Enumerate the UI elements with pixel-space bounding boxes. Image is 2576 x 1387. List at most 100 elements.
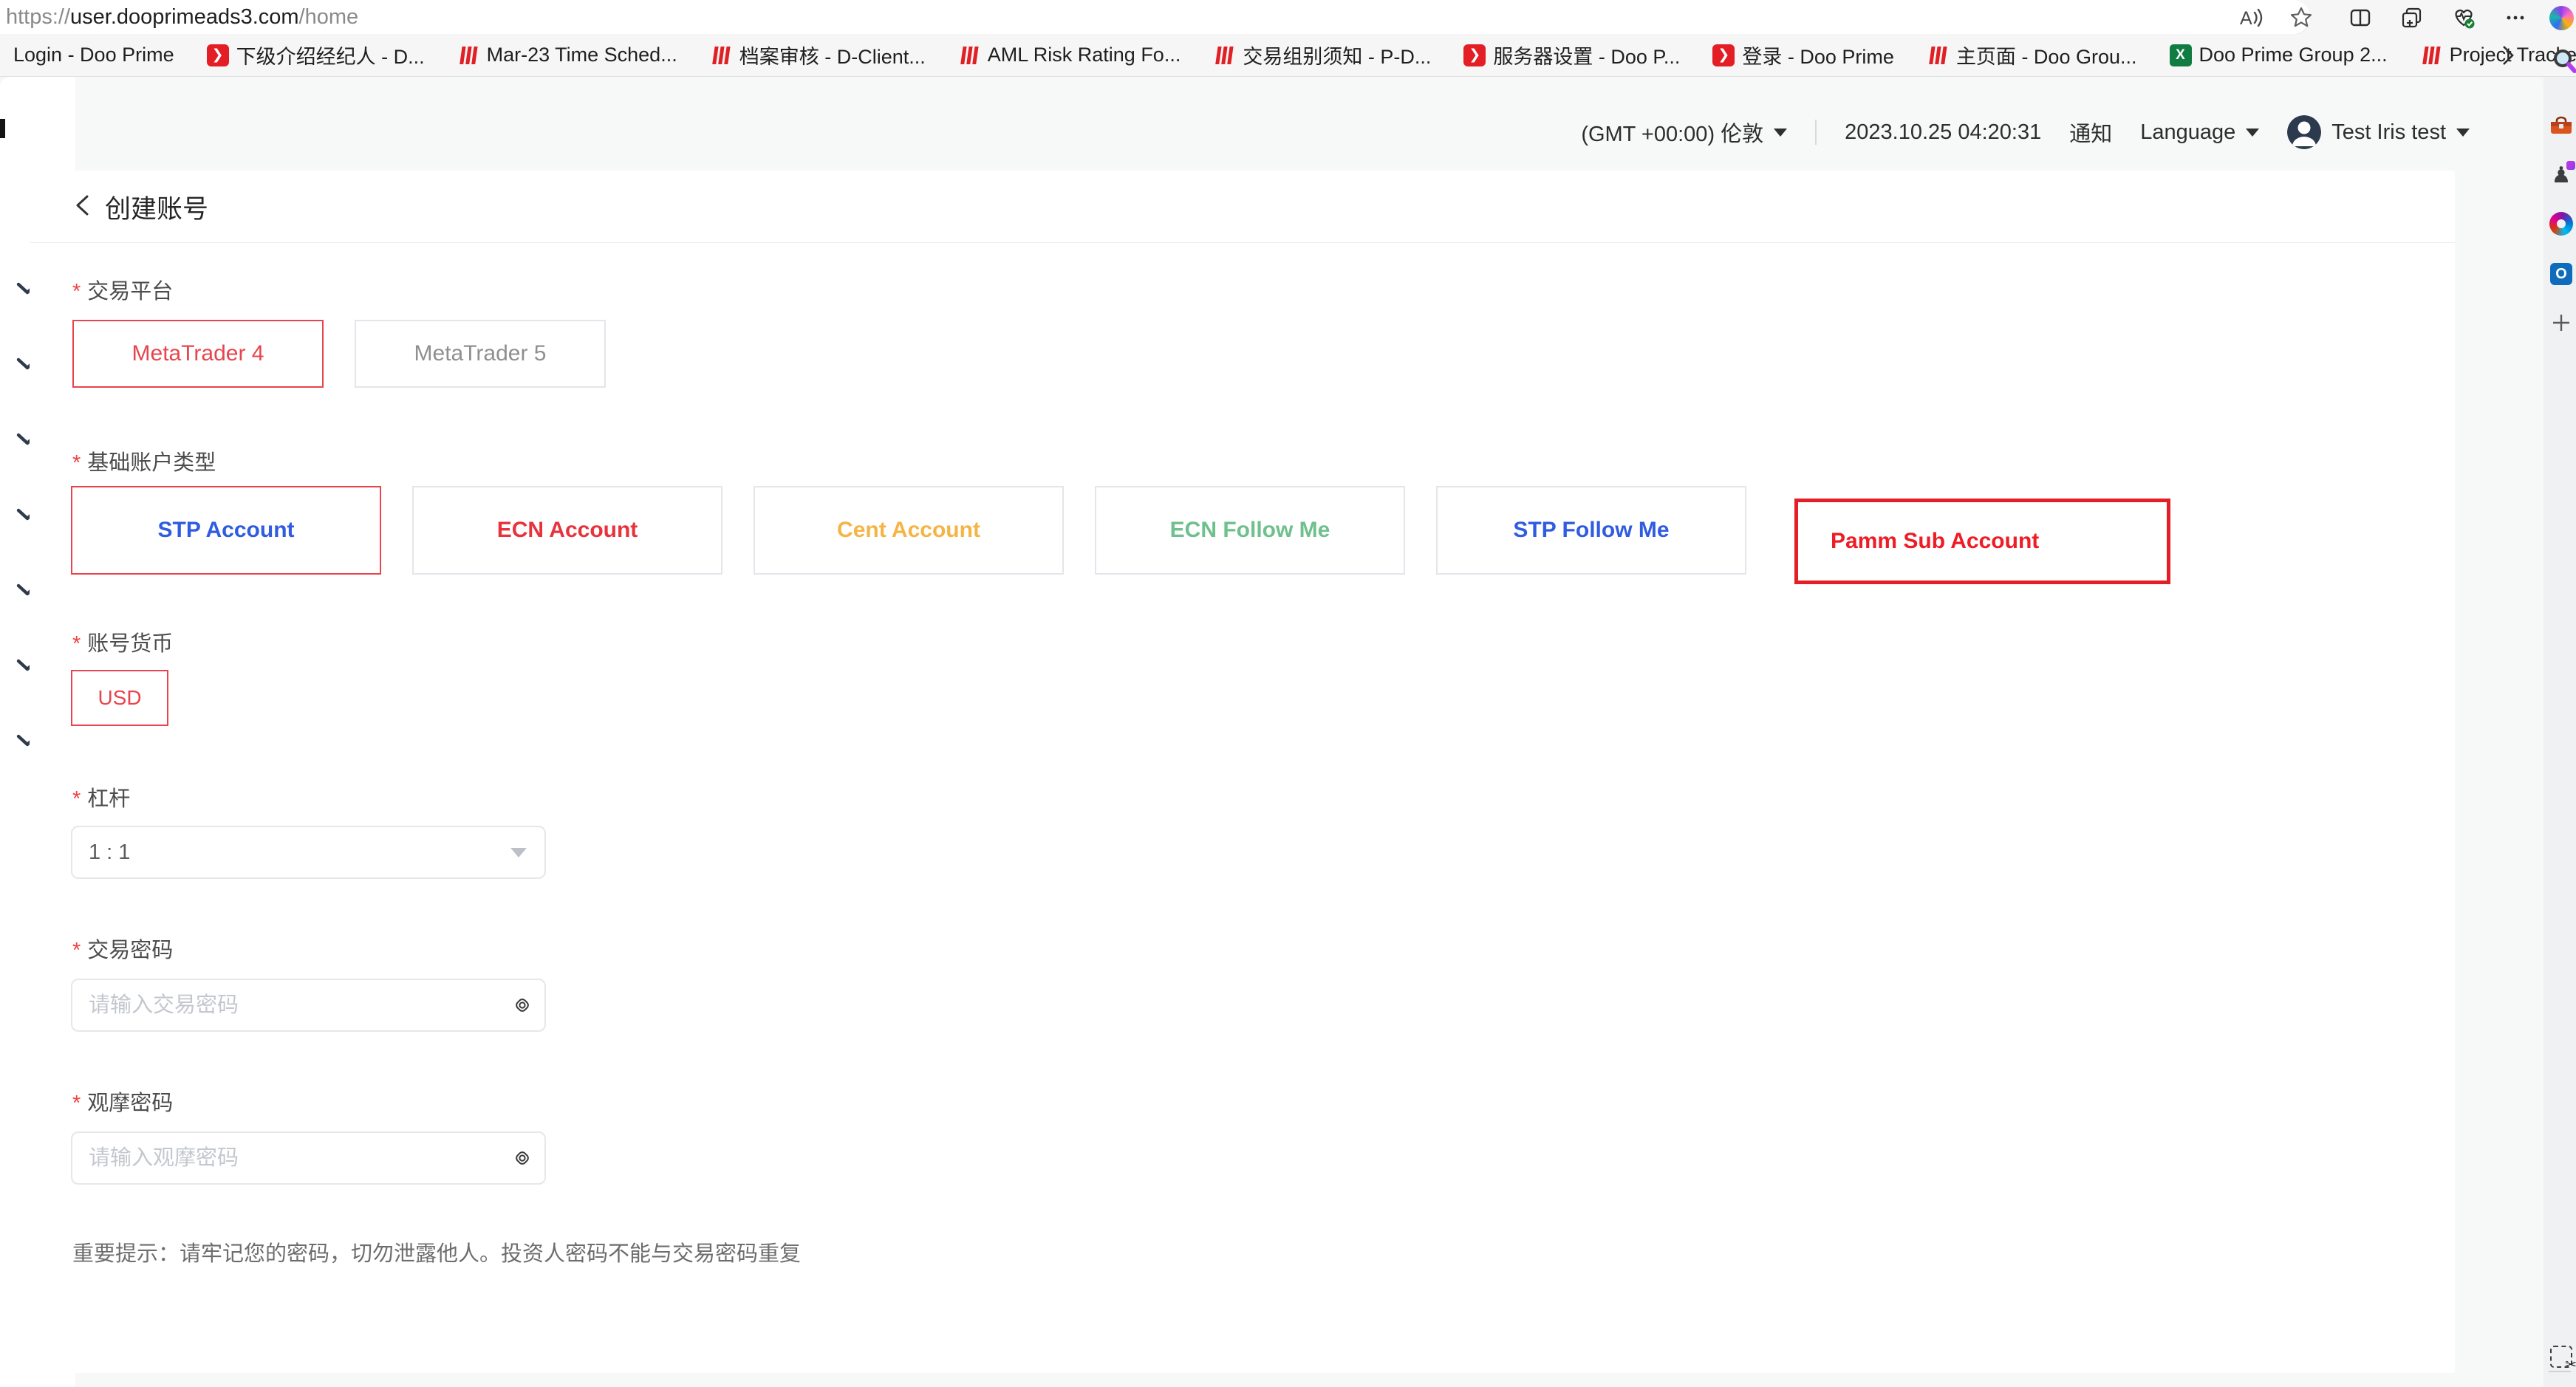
more-bookmarks-chevron[interactable] [2496,43,2518,72]
edge-sidebar: ♟ O [2543,77,2576,1387]
chevron-down-icon [2456,129,2470,137]
copilot-icon[interactable] [2549,5,2574,30]
account-type-cent[interactable]: Cent Account [754,486,1064,575]
bookmark-label: 交易组别须知 - P-D... [1243,41,1431,69]
bookmark-item[interactable]: Mar-23 Time Sched... [457,44,677,66]
page-title: 创建账号 [105,188,208,226]
timezone-selector[interactable]: (GMT +00:00) 伦敦 [1581,117,1787,148]
language-label: Language [2140,120,2235,145]
bookmark-label: 主页面 - Doo Grou... [1956,41,2137,69]
trade-password-input[interactable] [72,980,500,1030]
page-viewport: (GMT +00:00) 伦敦 2023.10.25 04:20:31 通知 L… [0,77,2543,1387]
bookmark-item[interactable]: Login - Doo Prime [13,44,174,66]
view-password-input[interactable] [72,1133,500,1183]
account-type-ecn[interactable]: ECN Account [412,486,722,575]
username: Test Iris test [2331,120,2446,145]
notifications-link[interactable]: 通知 [2069,117,2112,148]
read-aloud-icon[interactable]: A [2238,5,2264,30]
view-password-field-box [71,1131,546,1185]
leverage-select[interactable]: 1 : 1 [71,826,546,879]
leverage-section-label: *杠杆 [72,781,130,812]
cropped-logo-mark [0,119,5,138]
required-asterisk: * [72,939,81,962]
required-asterisk: * [72,451,81,475]
select-caret-icon [510,848,527,857]
screenshot-snip-icon[interactable] [2549,1344,2574,1369]
microsoft365-icon[interactable] [2549,211,2574,236]
show-password-eye-icon[interactable] [500,980,544,1030]
settings-more-icon[interactable] [2503,5,2528,30]
chevron-down-icon [2246,129,2259,137]
bookmark-item[interactable]: 交易组别须知 - P-D... [1213,41,1431,69]
bookmark-item[interactable]: ❯ 登录 - Doo Prime [1712,41,1894,69]
bookmark-label: 下级介绍经纪人 - D... [236,41,425,69]
account-type-ecn-follow-me[interactable]: ECN Follow Me [1095,486,1405,575]
header-divider [1815,120,1817,145]
required-asterisk: * [72,280,81,304]
favorite-star-icon[interactable] [2289,5,2314,30]
platform-option-metatrader5[interactable]: MetaTrader 5 [355,320,606,388]
password-notice: 重要提示：请牢记您的密码，切勿泄露他人。投资人密码不能与交易密码重复 [72,1236,801,1267]
required-asterisk: * [72,787,81,811]
bookmark-label: Mar-23 Time Sched... [487,44,677,66]
browser-essentials-icon[interactable] [2451,5,2476,30]
bookmark-label: Login - Doo Prime [13,44,174,66]
browser-toolbar: https://user.dooprimeads3.com/home A [0,0,2576,34]
url-scheme: https:// [6,5,70,29]
bookmark-label: 登录 - Doo Prime [1742,41,1894,69]
games-icon[interactable]: ♟ [2549,162,2574,188]
current-datetime: 2023.10.25 04:20:31 [1845,120,2041,145]
url-host: user.dooprimeads3.com [70,5,299,29]
bookmark-label: 服务器设置 - Doo P... [1493,41,1680,69]
trade-password-section-label: *交易密码 [72,933,173,964]
url-text[interactable]: https://user.dooprimeads3.com/home [6,0,358,34]
required-asterisk: * [72,632,81,656]
address-bar[interactable]: https://user.dooprimeads3.com/home [0,0,2310,34]
platform-section-label: *交易平台 [72,274,173,305]
account-type-section-label: *基础账户类型 [72,445,216,476]
view-password-section-label: *观摩密码 [72,1086,173,1117]
language-selector[interactable]: Language [2140,120,2259,145]
chevron-down-icon [1774,129,1787,137]
doo-group-favicon [1213,44,1235,66]
bookmark-item[interactable]: ❯ 下级介绍经纪人 - D... [207,41,425,69]
bookmark-item[interactable]: ❯服务器设置 - Doo P... [1463,41,1680,69]
title-divider [30,242,2455,243]
required-asterisk: * [72,1092,81,1115]
account-type-stp[interactable]: STP Account [71,486,381,575]
user-menu[interactable]: Test Iris test [2287,115,2470,149]
currency-section-label: *账号货币 [72,626,173,657]
bookmarks-bar: Login - Doo Prime ❯ 下级介绍经纪人 - D... Mar-23… [0,34,2576,77]
currency-option-usd[interactable]: USD [71,670,168,726]
collections-icon[interactable] [2399,5,2425,30]
show-password-eye-icon[interactable] [500,1133,544,1183]
bookmark-item[interactable]: X Doo Prime Group 2... [2170,44,2388,66]
trade-password-field-box [71,979,546,1032]
add-sidebar-app-icon[interactable] [2549,310,2574,335]
bookmark-item[interactable]: 档案审核 - D-Client... [710,41,926,69]
bookmark-label: AML Risk Rating Fo... [988,44,1181,66]
excel-favicon: X [2170,44,2192,66]
outlook-icon[interactable]: O [2549,261,2574,287]
create-account-card: 创建账号 *交易平台 MetaTrader 4 MetaTrader 5 *基础… [30,171,2455,1373]
doo-prime-favicon: ❯ [207,44,229,66]
leverage-value: 1 : 1 [89,840,130,865]
platform-option-metatrader4[interactable]: MetaTrader 4 [72,320,324,388]
account-type-stp-follow-me[interactable]: STP Follow Me [1436,486,1746,575]
account-type-pamm-sub-account[interactable]: Pamm Sub Account [1794,499,2170,584]
doo-group-favicon [457,44,479,66]
doo-group-favicon [710,44,732,66]
bookmark-label: Doo Prime Group 2... [2199,44,2388,66]
sidebar-search-icon[interactable] [2549,47,2576,81]
tools-icon[interactable] [2549,114,2574,139]
bookmark-item[interactable]: 主页面 - Doo Grou... [1927,41,2137,69]
split-screen-icon[interactable] [2348,5,2373,30]
doo-prime-favicon: ❯ [1712,44,1735,66]
back-button[interactable] [72,193,92,222]
timezone-label: (GMT +00:00) 伦敦 [1581,117,1763,148]
bookmark-item[interactable]: AML Risk Rating Fo... [958,44,1181,66]
doo-group-favicon [958,44,980,66]
avatar [2287,115,2321,149]
bookmark-label: 档案审核 - D-Client... [739,41,926,69]
doo-group-favicon [2420,44,2442,66]
